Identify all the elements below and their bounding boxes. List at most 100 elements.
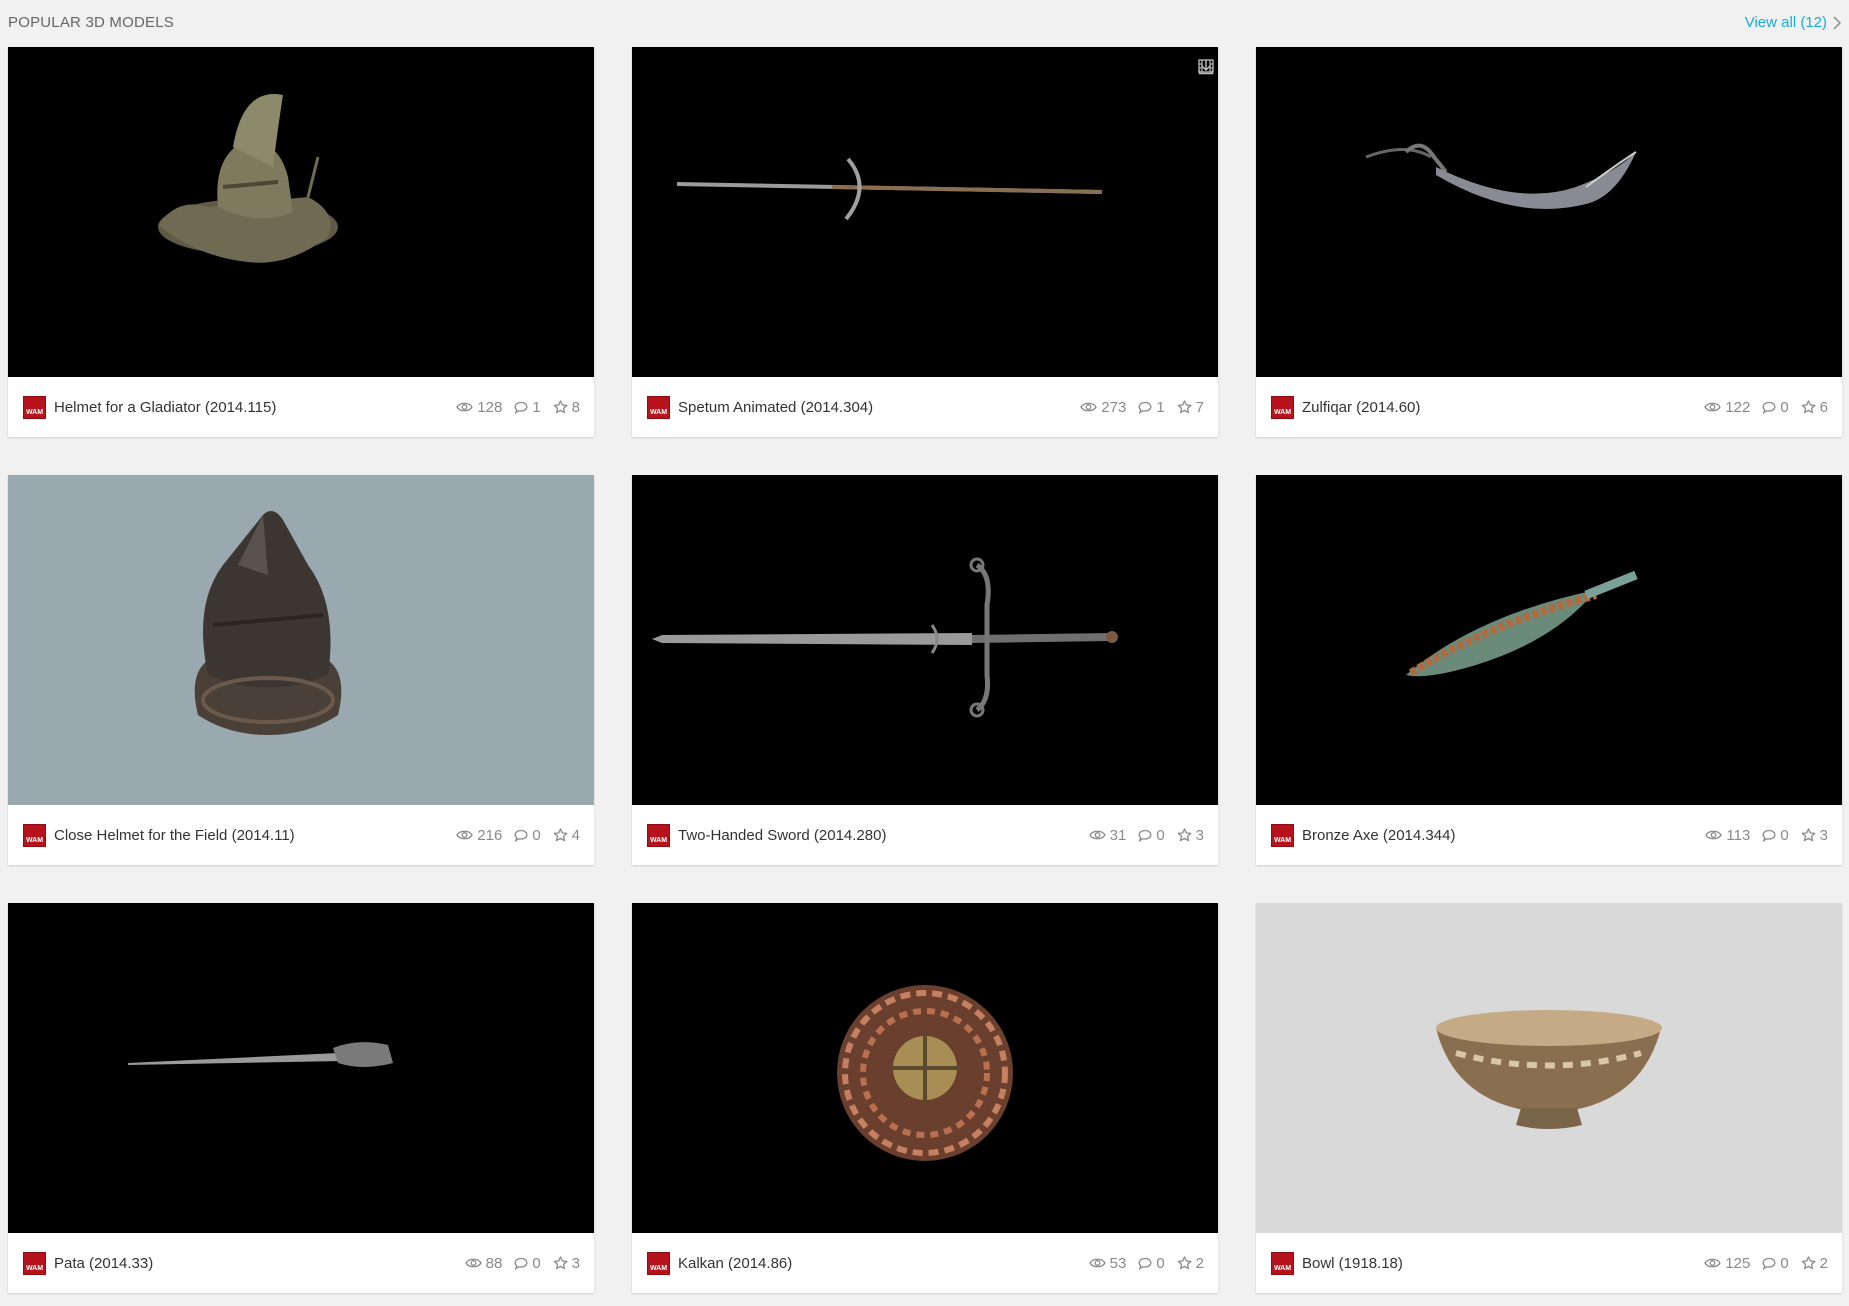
comment-icon — [1762, 401, 1776, 414]
views-stat: 128 — [456, 399, 502, 416]
model-title[interactable]: Kalkan (2014.86) — [678, 1255, 1089, 1272]
model-thumbnail[interactable] — [8, 475, 594, 805]
comments-stat: 0 — [1762, 1254, 1789, 1272]
eye-icon — [1704, 401, 1722, 413]
likes-stat[interactable]: 6 — [1801, 399, 1828, 416]
model-card[interactable]: WAM Close Helmet for the Field (2014.11)… — [8, 475, 594, 865]
likes-count: 3 — [571, 1254, 580, 1272]
model-title[interactable]: Spetum Animated (2014.304) — [678, 399, 1080, 416]
close-helmet-icon — [194, 511, 342, 735]
model-card[interactable]: WAM Zulfiqar (2014.60) 122 0 6 — [1256, 47, 1842, 437]
comments-stat: 0 — [1762, 399, 1789, 416]
model-thumbnail[interactable] — [632, 903, 1218, 1233]
model-card[interactable]: WAM Pata (2014.33) 88 0 3 — [8, 903, 594, 1293]
views-stat: 216 — [456, 827, 502, 844]
model-stats: 216 0 4 — [456, 827, 580, 844]
model-card[interactable]: WAM Kalkan (2014.86) 53 0 2 — [632, 903, 1218, 1293]
model-thumbnail[interactable] — [1256, 47, 1842, 377]
model-title[interactable]: Close Helmet for the Field (2014.11) — [54, 827, 456, 844]
model-thumbnail[interactable] — [1256, 475, 1842, 805]
model-thumbnail[interactable] — [632, 475, 1218, 805]
views-count: 216 — [477, 826, 503, 844]
likes-stat[interactable]: 4 — [553, 827, 580, 844]
comments-stat: 1 — [514, 399, 541, 416]
views-stat: 273 — [1080, 399, 1126, 416]
likes-count: 4 — [571, 826, 580, 844]
comments-count: 1 — [1156, 398, 1165, 416]
likes-stat[interactable]: 3 — [1801, 827, 1828, 844]
likes-count: 6 — [1819, 398, 1828, 416]
comment-icon — [514, 401, 528, 414]
model-info-bar: WAM Close Helmet for the Field (2014.11)… — [8, 805, 594, 865]
owner-avatar[interactable]: WAM — [647, 823, 670, 847]
model-title[interactable]: Zulfiqar (2014.60) — [1302, 399, 1704, 416]
comment-icon — [1138, 1257, 1152, 1270]
model-title[interactable]: Helmet for a Gladiator (2014.115) — [54, 399, 456, 416]
model-card[interactable]: WAM Bronze Axe (2014.344) 113 0 3 — [1256, 475, 1842, 865]
model-card[interactable]: WAM Bowl (1918.18) 125 0 2 — [1256, 903, 1842, 1293]
model-thumbnail[interactable] — [632, 47, 1218, 377]
model-info-bar: WAM Two-Handed Sword (2014.280) 31 0 3 — [632, 805, 1218, 865]
model-card[interactable]: WAM Helmet for a Gladiator (2014.115) 12… — [8, 47, 594, 437]
model-thumbnail[interactable] — [1256, 903, 1842, 1233]
section-title: POPULAR 3D MODELS — [8, 14, 174, 31]
gladiator-helmet-icon — [158, 94, 338, 263]
star-icon — [1801, 400, 1816, 414]
eye-icon — [464, 1257, 482, 1269]
views-count: 122 — [1725, 398, 1751, 416]
eye-icon — [1088, 1257, 1106, 1269]
eye-icon — [1705, 829, 1723, 841]
comments-count: 0 — [1156, 1254, 1165, 1272]
owner-avatar[interactable]: WAM — [1271, 395, 1294, 419]
two-handed-sword-icon — [652, 557, 1118, 718]
likes-count: 2 — [1819, 1254, 1828, 1272]
views-count: 128 — [477, 398, 503, 416]
comments-count: 0 — [532, 1254, 541, 1272]
likes-stat[interactable]: 8 — [553, 399, 580, 416]
model-info-bar: WAM Bowl (1918.18) 125 0 2 — [1256, 1233, 1842, 1293]
likes-stat[interactable]: 3 — [553, 1255, 580, 1272]
model-title[interactable]: Bronze Axe (2014.344) — [1302, 827, 1705, 844]
likes-stat[interactable]: 7 — [1177, 399, 1204, 416]
eye-icon — [1704, 1257, 1722, 1269]
owner-avatar[interactable]: WAM — [1271, 823, 1294, 847]
chevron-right-icon — [1833, 15, 1841, 30]
model-title[interactable]: Pata (2014.33) — [54, 1255, 465, 1272]
owner-avatar[interactable]: WAM — [1271, 1251, 1294, 1275]
model-title[interactable]: Bowl (1918.18) — [1302, 1255, 1704, 1272]
owner-avatar[interactable]: WAM — [23, 1251, 46, 1275]
model-card[interactable]: WAM Two-Handed Sword (2014.280) 31 0 3 — [632, 475, 1218, 865]
comments-stat: 0 — [1138, 1254, 1165, 1272]
likes-stat[interactable]: 2 — [1177, 1255, 1204, 1272]
kalkan-shield-icon — [837, 985, 1013, 1161]
model-stats: 273 1 7 — [1080, 399, 1204, 416]
likes-stat[interactable]: 3 — [1177, 827, 1204, 844]
model-info-bar: WAM Bronze Axe (2014.344) 113 0 3 — [1256, 805, 1842, 865]
comment-icon — [1138, 829, 1152, 842]
model-card[interactable]: WAM Spetum Animated (2014.304) 273 1 7 — [632, 47, 1218, 437]
views-stat: 88 — [464, 1254, 503, 1272]
comment-icon — [1762, 829, 1776, 842]
comments-count: 0 — [1156, 826, 1165, 844]
owner-avatar[interactable]: WAM — [23, 823, 46, 847]
model-stats: 122 0 6 — [1704, 399, 1828, 416]
owner-avatar[interactable]: WAM — [647, 1251, 670, 1275]
comment-icon — [514, 829, 528, 842]
views-count: 88 — [485, 1254, 503, 1272]
view-all-link[interactable]: View all (12) — [1745, 14, 1841, 31]
owner-avatar[interactable]: WAM — [647, 395, 670, 419]
model-stats: 53 0 2 — [1088, 1254, 1204, 1272]
model-thumbnail[interactable] — [8, 903, 594, 1233]
model-title[interactable]: Two-Handed Sword (2014.280) — [678, 827, 1089, 844]
model-thumbnail[interactable] — [8, 47, 594, 377]
likes-stat[interactable]: 2 — [1801, 1255, 1828, 1272]
likes-count: 3 — [1195, 826, 1204, 844]
bronze-axe-icon — [1406, 570, 1638, 677]
comments-count: 0 — [1780, 1254, 1789, 1272]
models-grid: WAM Helmet for a Gladiator (2014.115) 12… — [8, 47, 1842, 1293]
star-icon — [1177, 400, 1192, 414]
bowl-icon — [1436, 1010, 1662, 1129]
model-stats: 88 0 3 — [464, 1254, 580, 1272]
owner-avatar[interactable]: WAM — [23, 395, 46, 419]
star-icon — [1801, 828, 1816, 842]
